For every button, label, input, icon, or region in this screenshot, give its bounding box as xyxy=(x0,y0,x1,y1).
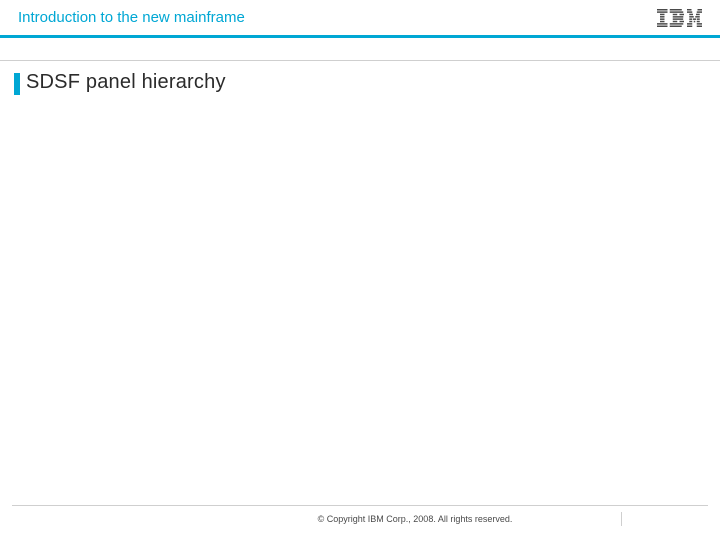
footer-separator xyxy=(12,505,708,506)
slide-content: SDSF panel hierarchy xyxy=(0,61,720,95)
copyright-text: © Copyright IBM Corp., 2008. All rights … xyxy=(318,514,513,524)
title-accent-bar xyxy=(14,73,20,95)
ibm-logo-icon xyxy=(657,9,702,27)
header-title: Introduction to the new mainframe xyxy=(18,9,245,26)
slide-header: Introduction to the new mainframe xyxy=(0,0,720,38)
footer-divider xyxy=(621,512,622,526)
slide-footer: © Copyright IBM Corp., 2008. All rights … xyxy=(0,505,720,524)
footer-inner: © Copyright IBM Corp., 2008. All rights … xyxy=(0,514,720,524)
slide-title: SDSF panel hierarchy xyxy=(26,71,226,94)
